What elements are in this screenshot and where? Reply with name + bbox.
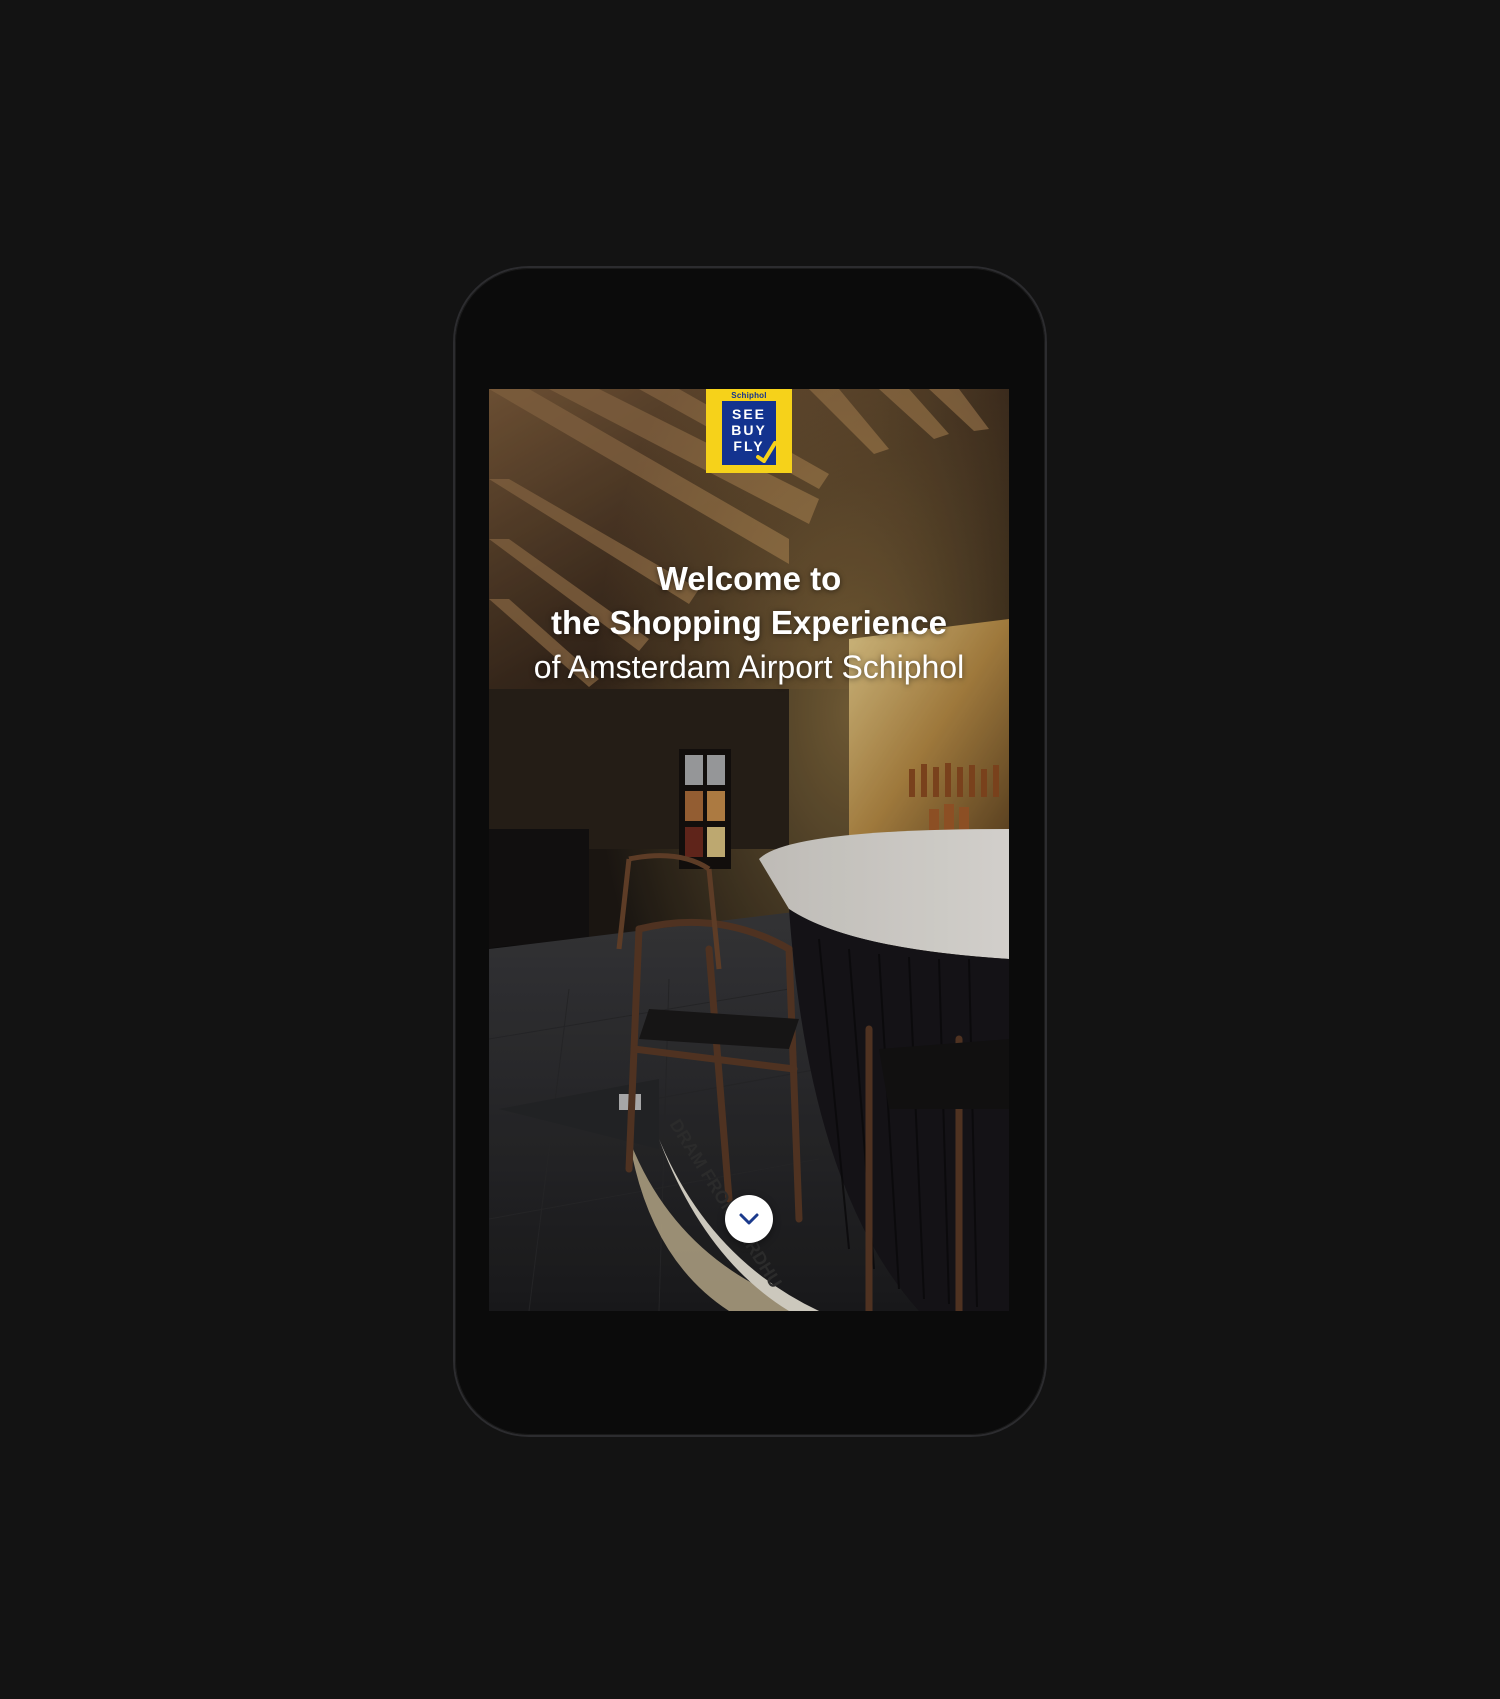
logo-panel: SEE BUY FLY [722, 401, 776, 465]
hero-headline: Welcome to the Shopping Experience of Am… [489, 557, 1009, 689]
hero-subtitle: of Amsterdam Airport Schiphol [533, 649, 965, 685]
scroll-down-button[interactable] [725, 1195, 773, 1243]
chevron-down-icon [739, 1213, 759, 1225]
logo-brand-text: Schiphol [731, 391, 767, 400]
hero-title-line1: Welcome to [656, 560, 842, 597]
logo-line-buy: BUY [731, 422, 767, 438]
phone-frame: DRAM FROM CARDHU Schiphol SEE BUY FLY We… [455, 268, 1045, 1435]
app-screen: DRAM FROM CARDHU Schiphol SEE BUY FLY We… [489, 389, 1009, 1311]
hero-title-line2: the Shopping Experience [550, 604, 948, 641]
see-buy-fly-logo[interactable]: Schiphol SEE BUY FLY [706, 389, 792, 473]
logo-line-see: SEE [731, 406, 766, 422]
hero-background-image: DRAM FROM CARDHU [489, 389, 1009, 1311]
checkmark-swoosh-icon [756, 441, 776, 463]
